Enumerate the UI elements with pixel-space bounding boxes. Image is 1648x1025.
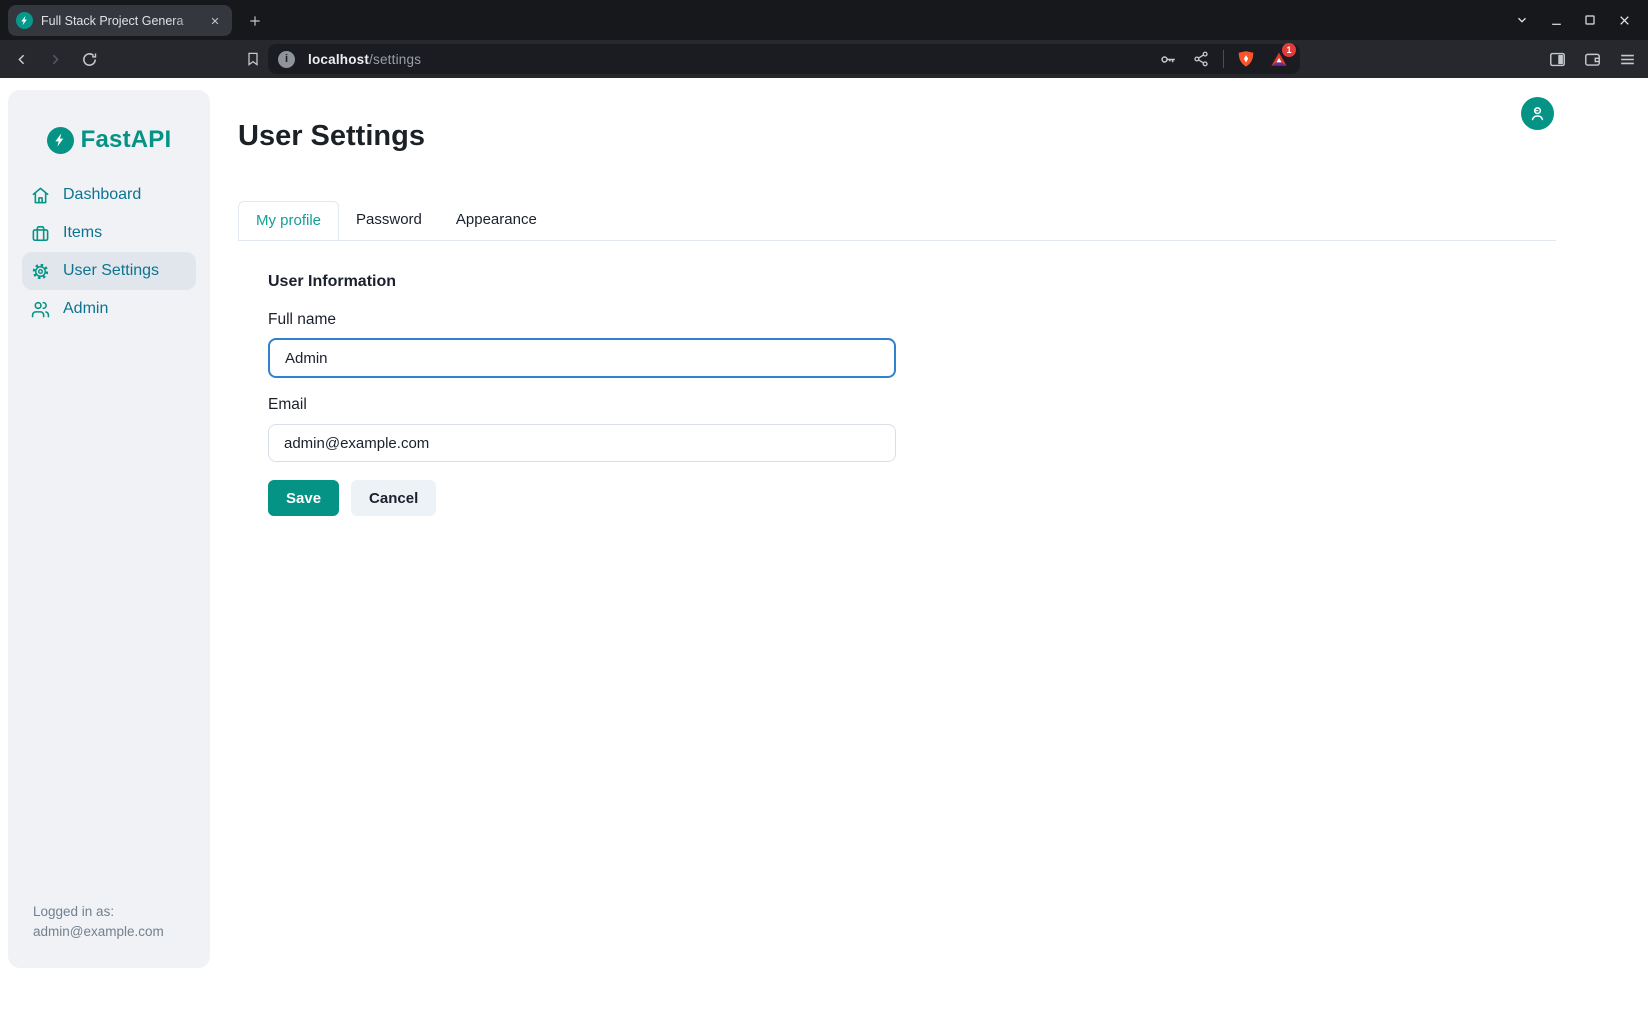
tab-my-profile[interactable]: My profile	[238, 201, 339, 240]
fastapi-bolt-icon	[47, 127, 74, 154]
settings-tabs: My profile Password Appearance	[238, 201, 1556, 241]
sidebar-nav: Dashboard Items User Settings Admin	[8, 176, 210, 328]
window-minimize-icon[interactable]	[1544, 8, 1568, 32]
email-label: Email	[268, 396, 1556, 414]
sidebar: FastAPI Dashboard Items User Settings	[8, 90, 210, 968]
logged-in-email: admin@example.com	[33, 922, 164, 942]
brave-shield-icon[interactable]	[1235, 48, 1257, 70]
app-page: FastAPI Dashboard Items User Settings	[0, 78, 1648, 1025]
bookmark-icon[interactable]	[240, 46, 266, 72]
share-icon[interactable]	[1190, 48, 1212, 70]
browser-tab-strip: Full Stack Project Genera	[0, 0, 1648, 40]
users-icon	[31, 300, 50, 319]
url-bar[interactable]: i localhost/settings 1	[268, 44, 1300, 74]
browser-toolbar: i localhost/settings 1	[0, 40, 1648, 78]
gear-icon	[31, 262, 50, 281]
sidebar-item-items[interactable]: Items	[22, 214, 196, 252]
sidebar-item-dashboard[interactable]: Dashboard	[22, 176, 196, 214]
sidebar-item-admin[interactable]: Admin	[22, 290, 196, 328]
sidebar-item-label: Items	[63, 224, 102, 242]
url-path: /settings	[369, 52, 421, 67]
tab-password[interactable]: Password	[339, 201, 439, 240]
cancel-button[interactable]: Cancel	[351, 480, 436, 516]
reload-icon[interactable]	[76, 46, 102, 72]
toolbar-divider	[1223, 50, 1224, 68]
fastapi-favicon-icon	[16, 12, 33, 29]
logged-in-info: Logged in as: admin@example.com	[33, 902, 164, 942]
sidebar-item-label: Admin	[63, 300, 108, 318]
url-host: localhost	[308, 52, 369, 67]
logged-in-label: Logged in as:	[33, 902, 164, 922]
email-input[interactable]	[268, 424, 896, 462]
rewards-badge: 1	[1282, 43, 1296, 57]
page-title: User Settings	[238, 120, 1556, 153]
section-title: User Information	[268, 273, 1556, 291]
menu-hamburger-icon[interactable]	[1616, 48, 1638, 70]
profile-tab-panel: User Information Full name Email Save Ca…	[238, 241, 1556, 516]
sidebar-item-user-settings[interactable]: User Settings	[22, 252, 196, 290]
fastapi-logo-text: FastAPI	[81, 126, 172, 154]
site-info-icon[interactable]: i	[278, 51, 295, 68]
sidebar-item-label: Dashboard	[63, 186, 141, 204]
url-text: localhost/settings	[308, 52, 421, 67]
briefcase-icon	[31, 224, 50, 243]
browser-tab[interactable]: Full Stack Project Genera	[8, 5, 232, 36]
full-name-label: Full name	[268, 311, 1556, 329]
brave-rewards-bat-icon[interactable]: 1	[1268, 48, 1290, 70]
save-button[interactable]: Save	[268, 480, 339, 516]
main-content: User Settings My profile Password Appear…	[238, 120, 1556, 516]
password-key-icon[interactable]	[1157, 48, 1179, 70]
new-tab-icon[interactable]	[244, 10, 266, 32]
window-close-icon[interactable]	[1612, 8, 1636, 32]
tab-close-icon[interactable]	[206, 12, 224, 30]
forward-icon[interactable]	[42, 46, 68, 72]
home-icon	[31, 186, 50, 205]
tab-appearance[interactable]: Appearance	[439, 201, 554, 240]
full-name-input[interactable]	[268, 338, 896, 378]
window-maximize-icon[interactable]	[1578, 8, 1602, 32]
tab-search-chevron-icon[interactable]	[1510, 8, 1534, 32]
back-icon[interactable]	[8, 46, 34, 72]
sidebar-toggle-icon[interactable]	[1546, 48, 1568, 70]
sidebar-item-label: User Settings	[63, 262, 159, 280]
fastapi-logo: FastAPI	[8, 126, 210, 154]
wallet-icon[interactable]	[1581, 48, 1603, 70]
